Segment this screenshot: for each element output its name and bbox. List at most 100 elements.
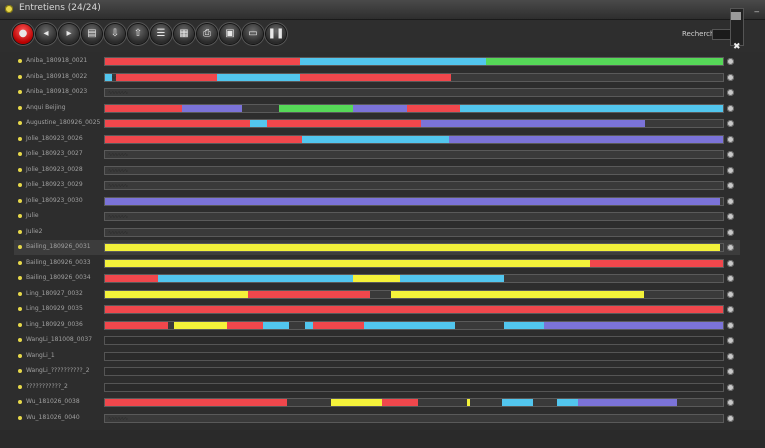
row-label[interactable]: ???????????_2 bbox=[26, 383, 68, 390]
timeline-track[interactable]: ∿∿∿∿∿∿ bbox=[104, 274, 724, 283]
timeline-segment-purple[interactable] bbox=[353, 104, 407, 112]
timeline-track[interactable] bbox=[104, 258, 724, 268]
row-label[interactable]: WangLi_1 bbox=[26, 352, 55, 359]
row-options-icon[interactable] bbox=[727, 321, 734, 329]
timeline-track[interactable]: ∿∿∿∿∿∿ bbox=[104, 320, 724, 330]
row-label[interactable]: Jolie_180923_0029 bbox=[26, 181, 83, 188]
timeline-track[interactable] bbox=[104, 196, 724, 206]
timeline-segment-red[interactable] bbox=[105, 399, 288, 406]
print-button[interactable]: ⎙ bbox=[197, 24, 217, 44]
interview-row[interactable]: Augustine_180926_0025 ∿∿∿∿∿∿ bbox=[14, 116, 740, 131]
timeline-track[interactable]: ∿∿∿∿∿∿ bbox=[104, 212, 724, 221]
row-options-icon[interactable] bbox=[727, 368, 734, 375]
timeline-segment-red[interactable] bbox=[105, 275, 159, 282]
record-button[interactable]: ● bbox=[13, 24, 33, 44]
timeline-segment-yellow[interactable] bbox=[105, 244, 720, 251]
timeline-segment-red[interactable] bbox=[105, 135, 302, 143]
interview-row[interactable]: Wu_181026_0038 ∿∿∿∿∿∿ bbox=[14, 395, 740, 410]
row-options-icon[interactable] bbox=[727, 399, 734, 406]
row-label[interactable]: Ling_180929_0035 bbox=[26, 305, 83, 312]
interview-row[interactable]: Jolie_180923_0027 ∿∿∿∿∿∿ bbox=[14, 147, 740, 162]
row-options-icon[interactable] bbox=[727, 182, 734, 189]
row-label[interactable]: Bailing_180926_0033 bbox=[26, 259, 91, 266]
row-label[interactable]: Aniba_180918_0022 bbox=[26, 73, 87, 80]
timeline-segment-yellow[interactable] bbox=[353, 275, 401, 282]
timeline-track[interactable] bbox=[104, 289, 724, 299]
timeline-segment-blue[interactable] bbox=[304, 321, 314, 329]
interview-row[interactable]: Bailing_180926_0033 bbox=[14, 256, 740, 271]
timeline-segment-blue[interactable] bbox=[158, 275, 354, 282]
row-options-icon[interactable] bbox=[727, 228, 734, 236]
interview-row[interactable]: Jolie_180923_0029 ∿∿∿∿∿∿ bbox=[14, 178, 740, 193]
row-label[interactable]: Aniba_180918_0021 bbox=[26, 57, 87, 64]
timeline-track[interactable]: ∿∿∿∿∿∿ bbox=[104, 134, 724, 144]
interview-row[interactable]: Wu_181026_0040 ∿∿∿∿∿∿ bbox=[14, 411, 740, 426]
timeline-track[interactable] bbox=[104, 336, 724, 345]
row-label[interactable]: Jolie_180923_0028 bbox=[26, 166, 83, 173]
row-label[interactable]: Julie bbox=[26, 212, 39, 219]
interview-row[interactable]: Jolie_180923_0030 bbox=[14, 194, 740, 209]
interview-row[interactable]: Julie2 ∿∿∿∿∿∿ bbox=[14, 225, 740, 240]
timeline-segment-blue[interactable] bbox=[503, 321, 544, 329]
timeline-segment-red[interactable] bbox=[105, 321, 169, 329]
timeline-segment-red[interactable] bbox=[266, 120, 422, 127]
timeline-segment-blue[interactable] bbox=[217, 73, 300, 81]
row-label[interactable]: Wu_181026_0040 bbox=[26, 414, 80, 421]
timeline-segment-blue[interactable] bbox=[299, 58, 487, 65]
timeline-track[interactable]: ∿∿∿∿∿∿ bbox=[104, 413, 724, 423]
interview-row[interactable]: Anqui Beijing ∿∿∿∿∿∿ bbox=[14, 101, 740, 116]
timeline-track[interactable]: ∿∿∿∿∿∿ bbox=[104, 119, 724, 128]
timeline-track[interactable]: ∿∿∿∿∿∿ bbox=[104, 227, 724, 237]
row-options-icon[interactable] bbox=[727, 135, 734, 143]
interview-row[interactable]: Bailing_180926_0034 ∿∿∿∿∿∿ bbox=[14, 271, 740, 286]
row-label[interactable]: Julie2 bbox=[26, 228, 42, 235]
timeline-segment-blue[interactable] bbox=[363, 321, 455, 329]
timeline-segment-blue[interactable] bbox=[105, 73, 113, 81]
row-label[interactable]: Jolie_180923_0030 bbox=[26, 197, 83, 204]
row-options-icon[interactable] bbox=[727, 89, 734, 96]
interview-row[interactable]: WangLi_??????????_2 bbox=[14, 364, 740, 379]
timeline-segment-yellow[interactable] bbox=[330, 399, 382, 406]
grid-button[interactable]: ▦ bbox=[174, 24, 194, 44]
timeline-segment-green[interactable] bbox=[278, 104, 354, 112]
archive-button[interactable]: ▣ bbox=[220, 24, 240, 44]
interview-row[interactable]: Julie ∿∿∿∿∿∿ bbox=[14, 209, 740, 224]
minimize-button[interactable]: _ bbox=[755, 3, 760, 13]
timeline-track[interactable]: ∿∿∿∿∿∿ bbox=[104, 181, 724, 190]
row-options-icon[interactable] bbox=[727, 151, 734, 158]
row-label[interactable]: Augustine_180926_0025 bbox=[26, 119, 100, 126]
row-options-icon[interactable] bbox=[727, 383, 734, 391]
row-label[interactable]: Aniba_180918_0023 bbox=[26, 88, 87, 95]
row-label[interactable]: Anqui Beijing bbox=[26, 104, 66, 111]
back-button[interactable]: ◂ bbox=[36, 24, 56, 44]
interview-row[interactable]: Ling_180929_0036 ∿∿∿∿∿∿ bbox=[14, 318, 740, 333]
interview-row[interactable]: Aniba_180918_0023 ∿∿∿∿∿∿ bbox=[14, 85, 740, 100]
row-options-icon[interactable] bbox=[727, 306, 734, 313]
row-options-icon[interactable] bbox=[727, 337, 734, 344]
timeline-segment-blue[interactable] bbox=[400, 275, 505, 282]
row-label[interactable]: Ling_180927_0032 bbox=[26, 290, 83, 297]
timeline-track[interactable]: ∿∿∿∿∿∿ bbox=[104, 103, 724, 113]
row-options-icon[interactable] bbox=[727, 104, 734, 112]
interview-row[interactable]: Ling_180929_0035 ∿∿∿∿∿∿ bbox=[14, 302, 740, 317]
timeline-segment-yellow[interactable] bbox=[174, 321, 227, 329]
timeline-segment-blue[interactable] bbox=[501, 399, 533, 406]
pause-button[interactable]: ❚❚ bbox=[266, 24, 286, 44]
row-options-icon[interactable] bbox=[727, 120, 734, 127]
timeline-segment-blue[interactable] bbox=[249, 120, 267, 127]
timeline-segment-purple[interactable] bbox=[448, 135, 723, 143]
timeline-track[interactable] bbox=[104, 382, 724, 392]
row-label[interactable]: Ling_180929_0036 bbox=[26, 321, 83, 328]
row-label[interactable]: Bailing_180926_0034 bbox=[26, 274, 91, 281]
timeline-track[interactable]: ∿∿∿∿∿∿ bbox=[104, 165, 724, 175]
timeline-segment-red[interactable] bbox=[226, 321, 263, 329]
row-options-icon[interactable] bbox=[727, 166, 734, 174]
row-label[interactable]: Bailing_180926_0031 bbox=[26, 243, 91, 250]
search-input[interactable] bbox=[712, 29, 732, 40]
timeline-track[interactable]: ∿∿∿∿∿∿ bbox=[104, 150, 724, 159]
interview-row[interactable]: WangLi_1 bbox=[14, 349, 740, 364]
clear-search-icon[interactable]: ✖ bbox=[733, 42, 741, 52]
row-options-icon[interactable] bbox=[727, 197, 734, 205]
row-options-icon[interactable] bbox=[727, 58, 734, 65]
timeline-segment-yellow[interactable] bbox=[105, 259, 590, 267]
